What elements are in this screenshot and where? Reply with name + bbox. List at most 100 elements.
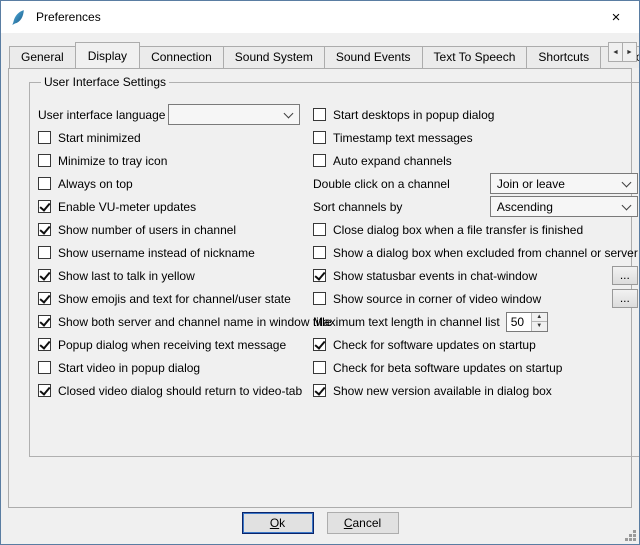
- language-row: User interface language: [38, 103, 300, 126]
- tab-general[interactable]: General: [9, 46, 76, 68]
- checkbox-new-version-dialog[interactable]: [313, 384, 326, 397]
- checkbox-row-excluded-dialog[interactable]: Show a dialog box when excluded from cha…: [313, 241, 638, 264]
- language-label: User interface language: [38, 108, 165, 122]
- checkbox-beta-updates[interactable]: [313, 361, 326, 374]
- checkbox-label: Timestamp text messages: [333, 131, 473, 145]
- checkbox-label: Start minimized: [58, 131, 141, 145]
- checkbox-label: Show source in corner of video window: [333, 292, 541, 306]
- tab-scroll-right-button[interactable]: ►: [622, 42, 637, 62]
- user-interface-settings-group: User Interface Settings User interface l…: [29, 75, 640, 457]
- checkbox-window-title[interactable]: [38, 315, 51, 328]
- checkbox-row-last-to-talk[interactable]: Show last to talk in yellow: [38, 264, 300, 287]
- checkbox-close-on-transfer[interactable]: [313, 223, 326, 236]
- checkbox-excluded-dialog[interactable]: [313, 246, 326, 259]
- sort-channels-select-value: Ascending: [497, 200, 617, 214]
- dialog-footer: Ok Cancel: [1, 512, 639, 534]
- dropdown-arrow-icon: [621, 177, 631, 187]
- double-click-select[interactable]: Join or leave: [490, 173, 638, 194]
- checkbox-auto-expand[interactable]: [313, 154, 326, 167]
- dropdown-arrow-icon: [621, 200, 631, 210]
- checkbox-vu-meter[interactable]: [38, 200, 51, 213]
- app-logo-icon: [10, 9, 27, 26]
- checkbox-video-popup[interactable]: [38, 361, 51, 374]
- checkbox-label: Show emojis and text for channel/user st…: [58, 292, 291, 306]
- checkbox-label: Check for beta software updates on start…: [333, 361, 562, 375]
- checkbox-label: Close dialog box when a file transfer is…: [333, 223, 583, 237]
- tab-connection[interactable]: Connection: [139, 46, 224, 68]
- language-select[interactable]: [168, 104, 300, 125]
- tab-sound-events[interactable]: Sound Events: [324, 46, 423, 68]
- preferences-window: Preferences × General Display Connection…: [0, 0, 640, 545]
- checkbox-desktops-popup[interactable]: [313, 108, 326, 121]
- max-text-length-row: Maximum text length in channel list 50 ▲…: [313, 310, 638, 333]
- checkbox-row-timestamp[interactable]: Timestamp text messages: [313, 126, 638, 149]
- checkbox-label: Show last to talk in yellow: [58, 269, 195, 283]
- checkbox-row-minimize-to-tray[interactable]: Minimize to tray icon: [38, 149, 300, 172]
- checkbox-row-closed-video-return[interactable]: Closed video dialog should return to vid…: [38, 379, 300, 402]
- checkbox-statusbar-events[interactable]: [313, 269, 326, 282]
- checkbox-row-new-version-dialog[interactable]: Show new version available in dialog box: [313, 379, 638, 402]
- checkbox-label: Always on top: [58, 177, 133, 191]
- title-bar: Preferences ×: [1, 1, 639, 33]
- checkbox-row-start-minimized[interactable]: Start minimized: [38, 126, 300, 149]
- checkbox-label: Closed video dialog should return to vid…: [58, 384, 302, 398]
- checkbox-row-show-username[interactable]: Show username instead of nickname: [38, 241, 300, 264]
- max-text-length-spinner[interactable]: 50 ▲ ▼: [506, 312, 548, 332]
- checkbox-popup-text-message[interactable]: [38, 338, 51, 351]
- spinner-up-icon[interactable]: ▲: [532, 313, 547, 322]
- checkbox-row-close-on-transfer[interactable]: Close dialog box when a file transfer is…: [313, 218, 638, 241]
- tab-display[interactable]: Display: [75, 42, 140, 68]
- checkbox-label: Show username instead of nickname: [58, 246, 255, 260]
- tab-text-to-speech[interactable]: Text To Speech: [422, 46, 528, 68]
- checkbox-always-on-top[interactable]: [38, 177, 51, 190]
- checkbox-row-window-title[interactable]: Show both server and channel name in win…: [38, 310, 300, 333]
- checkbox-label: Enable VU-meter updates: [58, 200, 196, 214]
- checkbox-row-always-on-top[interactable]: Always on top: [38, 172, 300, 195]
- checkbox-label: Start desktops in popup dialog: [333, 108, 494, 122]
- statusbar-events-row[interactable]: Show statusbar events in chat-window ...: [313, 264, 638, 287]
- max-text-length-value[interactable]: 50: [507, 313, 531, 331]
- checkbox-row-beta-updates[interactable]: Check for beta software updates on start…: [313, 356, 638, 379]
- checkbox-row-video-popup[interactable]: Start video in popup dialog: [38, 356, 300, 379]
- tab-sound-system[interactable]: Sound System: [223, 46, 325, 68]
- checkbox-closed-video-return[interactable]: [38, 384, 51, 397]
- statusbar-events-browse-button[interactable]: ...: [612, 266, 638, 285]
- sort-channels-select[interactable]: Ascending: [490, 196, 638, 217]
- sort-channels-label: Sort channels by: [313, 200, 402, 214]
- checkbox-start-minimized[interactable]: [38, 131, 51, 144]
- checkbox-label: Minimize to tray icon: [58, 154, 167, 168]
- max-text-length-label: Maximum text length in channel list: [313, 315, 500, 329]
- checkbox-show-user-count[interactable]: [38, 223, 51, 236]
- window-title: Preferences: [36, 10, 101, 24]
- checkbox-row-popup-text-message[interactable]: Popup dialog when receiving text message: [38, 333, 300, 356]
- double-click-label: Double click on a channel: [313, 177, 450, 191]
- checkbox-label: Popup dialog when receiving text message: [58, 338, 286, 352]
- checkbox-row-show-user-count[interactable]: Show number of users in channel: [38, 218, 300, 241]
- checkbox-timestamp[interactable]: [313, 131, 326, 144]
- left-column: User interface language Start minimized …: [38, 103, 300, 402]
- right-column: Start desktops in popup dialog Timestamp…: [313, 103, 638, 402]
- display-tab-page: User Interface Settings User interface l…: [8, 68, 632, 508]
- video-source-browse-button[interactable]: ...: [612, 289, 638, 308]
- close-button[interactable]: ×: [593, 1, 639, 33]
- checkbox-row-emojis[interactable]: Show emojis and text for channel/user st…: [38, 287, 300, 310]
- checkbox-check-updates[interactable]: [313, 338, 326, 351]
- video-source-row[interactable]: Show source in corner of video window ..…: [313, 287, 638, 310]
- checkbox-minimize-to-tray[interactable]: [38, 154, 51, 167]
- checkbox-emojis[interactable]: [38, 292, 51, 305]
- spinner-down-icon[interactable]: ▼: [532, 321, 547, 331]
- checkbox-row-desktops-popup[interactable]: Start desktops in popup dialog: [313, 103, 638, 126]
- checkbox-row-vu-meter[interactable]: Enable VU-meter updates: [38, 195, 300, 218]
- checkbox-last-to-talk[interactable]: [38, 269, 51, 282]
- checkbox-row-auto-expand[interactable]: Auto expand channels: [313, 149, 638, 172]
- checkbox-row-check-updates[interactable]: Check for software updates on startup: [313, 333, 638, 356]
- checkbox-show-username[interactable]: [38, 246, 51, 259]
- resize-grip[interactable]: [624, 529, 637, 542]
- tab-scroll-left-button[interactable]: ◄: [608, 42, 623, 62]
- checkbox-video-source-corner[interactable]: [313, 292, 326, 305]
- checkbox-label: Show statusbar events in chat-window: [333, 269, 537, 283]
- ok-button[interactable]: Ok: [242, 512, 314, 534]
- tab-scroll-buttons: ◄ ►: [609, 42, 637, 62]
- tab-shortcuts[interactable]: Shortcuts: [526, 46, 601, 68]
- cancel-button[interactable]: Cancel: [327, 512, 399, 534]
